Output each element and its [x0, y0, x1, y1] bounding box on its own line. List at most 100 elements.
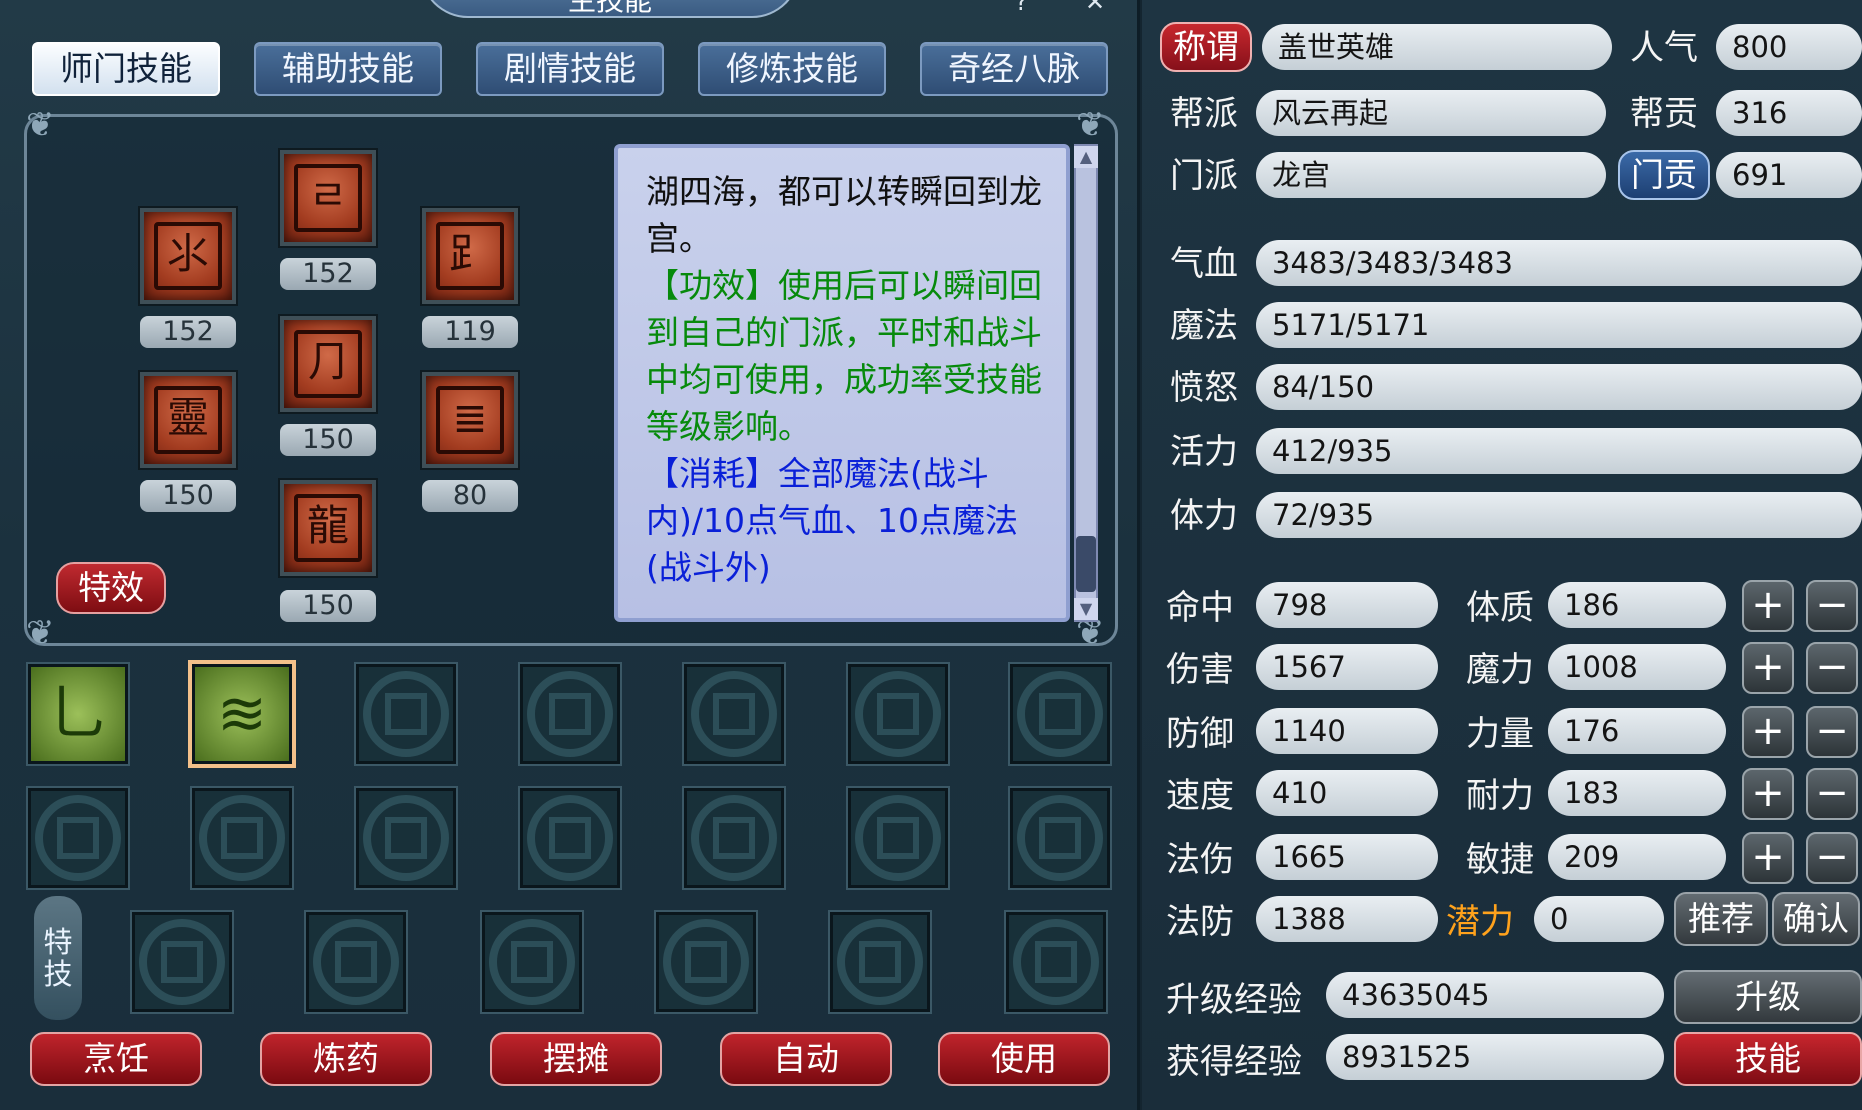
endurance-minus-button[interactable]: − [1806, 768, 1858, 820]
empty-slot-pattern-icon [1017, 671, 1103, 757]
popularity-value: 800 [1716, 24, 1862, 70]
auxiliary-skill-slot-4[interactable] [518, 662, 622, 766]
skill-level-6: 80 [422, 480, 518, 512]
strength-minus-button[interactable]: − [1806, 706, 1858, 758]
auxiliary-skill-slot-10[interactable] [354, 786, 458, 890]
auxiliary-skill-slot-3[interactable] [354, 662, 458, 766]
stamina-value: 72/935 [1256, 492, 1862, 538]
skill-icon-3[interactable]: ⻊ [422, 208, 518, 304]
defense-value: 1140 [1256, 708, 1438, 754]
school-contrib-button[interactable]: 门贡 [1618, 150, 1710, 200]
magic-power-minus-button[interactable]: − [1806, 642, 1858, 694]
guild-contrib-value: 316 [1716, 90, 1862, 136]
title-value: 盖世英雄 [1262, 24, 1612, 70]
skill-icon-1[interactable]: ⺢ [140, 208, 236, 304]
close-icon[interactable]: ✕ [1085, 0, 1105, 14]
alchemy-button[interactable]: 炼药 [260, 1032, 432, 1086]
auxiliary-skill-slot-7[interactable] [1008, 662, 1112, 766]
agility-plus-button[interactable]: + [1742, 832, 1794, 884]
effect-button[interactable]: 特效 [56, 562, 166, 614]
hp-value: 3483/3483/3483 [1256, 240, 1862, 286]
skill-icon-5[interactable]: ⺆ [280, 316, 376, 412]
scroll-thumb[interactable] [1076, 536, 1096, 592]
auto-button[interactable]: 自动 [720, 1032, 892, 1086]
auxiliary-skill-slot-6[interactable] [846, 662, 950, 766]
endurance-label: 耐力 [1466, 776, 1534, 816]
levelup-button[interactable]: 升级 [1674, 970, 1862, 1024]
empty-slot-pattern-icon [35, 795, 121, 881]
tab-school-skills[interactable]: 师门技能 [32, 42, 220, 96]
confirm-button[interactable]: 确认 [1772, 892, 1860, 946]
auxiliary-skill-slot-9[interactable] [190, 786, 294, 890]
skill-rune-icon: ⺆ [294, 330, 362, 398]
endurance-plus-button[interactable]: + [1742, 768, 1794, 820]
empty-slot-pattern-icon [363, 671, 449, 757]
tab-cultivation-skills[interactable]: 修炼技能 [698, 42, 886, 96]
frame-ornament-icon: ❦ [1076, 613, 1105, 653]
auxiliary-skill-slot-1[interactable]: ⺃ [26, 662, 130, 766]
stunt-slot-2[interactable] [304, 910, 408, 1014]
scroll-up-icon[interactable]: ▲ [1074, 146, 1098, 168]
use-button[interactable]: 使用 [938, 1032, 1110, 1086]
skill-rune-icon: ⺢ [154, 222, 222, 290]
magic-power-plus-button[interactable]: + [1742, 642, 1794, 694]
empty-slot-pattern-icon [1017, 795, 1103, 881]
skill-rune-icon: ㄹ [294, 164, 362, 232]
tab-meridians[interactable]: 奇经八脉 [920, 42, 1108, 96]
help-icon[interactable]: ? [1015, 0, 1028, 14]
title-button[interactable]: 称谓 [1160, 22, 1252, 72]
constitution-minus-button[interactable]: − [1806, 580, 1858, 632]
endurance-value: 183 [1548, 770, 1726, 816]
vitality-value: 412/935 [1256, 428, 1862, 474]
agility-label: 敏捷 [1466, 840, 1534, 880]
auxiliary-skill-slot-11[interactable] [518, 786, 622, 890]
gained-exp-label: 获得经验 [1166, 1042, 1302, 1082]
stunt-slot-1[interactable] [130, 910, 234, 1014]
skill-icon-2[interactable]: ㄹ [280, 150, 376, 246]
auxiliary-skill-slot-13[interactable] [846, 786, 950, 890]
skill-icon-6[interactable]: ≣ [422, 372, 518, 468]
empty-slot-pattern-icon [489, 919, 575, 1005]
agility-value: 209 [1548, 834, 1726, 880]
skill-rune-icon: ≣ [436, 386, 504, 454]
skill-icon-4[interactable]: 靈 [140, 372, 236, 468]
constitution-plus-button[interactable]: + [1742, 580, 1794, 632]
scroll-down-icon[interactable]: ▼ [1074, 598, 1098, 620]
empty-slot-pattern-icon [855, 671, 941, 757]
defense-label: 防御 [1166, 714, 1234, 754]
skill-window: 主技能 ? ✕ 师门技能 辅助技能 剧情技能 修炼技能 奇经八脉 ❦ ❦ ❦ ❦… [0, 0, 1140, 1110]
empty-slot-pattern-icon [313, 919, 399, 1005]
skill-icon-7[interactable]: 龍 [280, 480, 376, 576]
auxiliary-skill-slot-8[interactable] [26, 786, 130, 890]
skill-rune-icon: 龍 [294, 494, 362, 562]
stunt-slot-5[interactable] [828, 910, 932, 1014]
stunt-slot-4[interactable] [654, 910, 758, 1014]
auxiliary-skill-slot-5[interactable] [682, 662, 786, 766]
cooking-button[interactable]: 烹饪 [30, 1032, 202, 1086]
description-cost: 【消耗】全部魔法(战斗内)/10点气血、10点魔法(战斗外) [646, 454, 1018, 587]
empty-slot-pattern-icon [199, 795, 285, 881]
stunt-slot-3[interactable] [480, 910, 584, 1014]
frame-ornament-icon: ❦ [1076, 105, 1105, 145]
frame-ornament-icon: ❦ [26, 105, 55, 145]
skill-level-4: 150 [140, 480, 236, 512]
stunt-slot-6[interactable] [1004, 910, 1108, 1014]
vine-skill-icon: ⺃ [48, 679, 108, 749]
strength-plus-button[interactable]: + [1742, 706, 1794, 758]
serpent-skill-icon: ≋ [216, 679, 268, 749]
skill-level-2: 152 [280, 258, 376, 290]
magic-damage-value: 1665 [1256, 834, 1438, 880]
auxiliary-skill-slot-14[interactable] [1008, 786, 1112, 890]
empty-slot-pattern-icon [691, 671, 777, 757]
auxiliary-skill-slot-12[interactable] [682, 786, 786, 890]
gained-exp-value: 8931525 [1326, 1034, 1664, 1080]
skill-rune-icon: 靈 [154, 386, 222, 454]
damage-value: 1567 [1256, 644, 1438, 690]
tab-support-skills[interactable]: 辅助技能 [254, 42, 442, 96]
auxiliary-skill-slot-2[interactable]: ≋ [188, 660, 296, 768]
skills-button[interactable]: 技能 [1674, 1032, 1862, 1086]
recommend-button[interactable]: 推荐 [1674, 892, 1768, 946]
stall-button[interactable]: 摆摊 [490, 1032, 662, 1086]
tab-story-skills[interactable]: 剧情技能 [476, 42, 664, 96]
agility-minus-button[interactable]: − [1806, 832, 1858, 884]
